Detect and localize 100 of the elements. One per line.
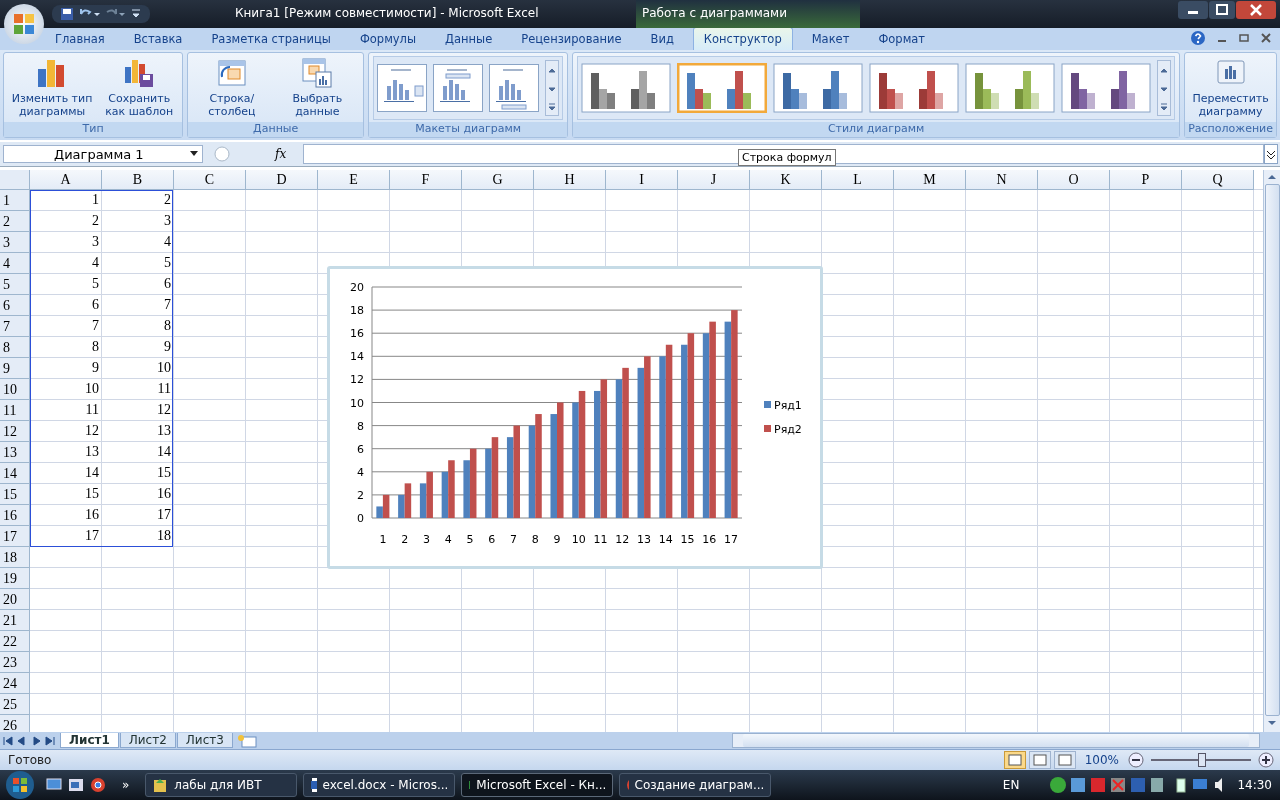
row-header[interactable]: 1 (0, 190, 30, 211)
style-thumbnail[interactable] (1061, 62, 1152, 113)
row-header[interactable]: 5 (0, 274, 30, 295)
close-icon[interactable] (1260, 32, 1272, 44)
column-header[interactable]: O (1038, 170, 1110, 190)
ribbon-tab[interactable]: Вид (640, 28, 684, 50)
ribbon-button[interactable]: Сохранить как шаблон (100, 57, 179, 118)
row-header[interactable]: 11 (0, 400, 30, 421)
row-header[interactable]: 23 (0, 652, 30, 673)
ribbon-button[interactable]: Строка/столбец (192, 57, 272, 118)
column-header[interactable]: L (822, 170, 894, 190)
row-header[interactable]: 6 (0, 295, 30, 316)
ribbon-tab[interactable]: Конструктор (692, 27, 793, 50)
sheet-tab[interactable]: Лист2 (119, 733, 176, 748)
ribbon-tab[interactable]: Макет (801, 28, 860, 50)
row-header[interactable]: 18 (0, 547, 30, 568)
vertical-scrollbar[interactable] (1263, 170, 1280, 732)
column-header[interactable]: G (462, 170, 534, 190)
minimize-icon[interactable] (1178, 1, 1208, 19)
name-box[interactable]: Диаграмма 1 (3, 145, 203, 163)
column-header[interactable]: N (966, 170, 1038, 190)
row-header[interactable]: 21 (0, 610, 30, 631)
style-thumbnail[interactable] (677, 62, 768, 113)
ribbon-tab[interactable]: Вставка (123, 28, 193, 50)
close-icon[interactable] (1236, 1, 1276, 19)
style-thumbnail[interactable] (773, 62, 864, 113)
row-header[interactable]: 15 (0, 484, 30, 505)
sheet-tab[interactable]: Лист3 (176, 733, 233, 748)
ribbon-button[interactable]: Выбрать данные (275, 57, 360, 118)
column-header[interactable]: H (534, 170, 606, 190)
ribbon-button[interactable]: Изменить тип диаграммы (8, 57, 97, 118)
language-indicator[interactable]: EN (1002, 778, 1020, 792)
row-header[interactable]: 9 (0, 358, 30, 379)
view-button[interactable] (1003, 751, 1026, 769)
zoom-level[interactable]: 100% (1078, 753, 1125, 767)
column-header[interactable]: K (750, 170, 822, 190)
ribbon-button[interactable]: Переместить диаграмму (1189, 57, 1272, 118)
zoom-out-icon[interactable] (1128, 752, 1144, 768)
column-header[interactable]: D (246, 170, 318, 190)
save-icon[interactable] (60, 7, 74, 21)
row-header[interactable]: 7 (0, 316, 30, 337)
column-header[interactable]: M (894, 170, 966, 190)
restore-icon[interactable] (1238, 32, 1250, 44)
formula-input[interactable] (303, 144, 1264, 164)
ribbon-tab[interactable]: Рецензирование (511, 28, 632, 50)
row-header[interactable]: 3 (0, 232, 30, 253)
layout-thumbnail[interactable] (377, 63, 428, 112)
ribbon-tab[interactable]: Формат (868, 28, 936, 50)
row-header[interactable]: 26 (0, 715, 30, 732)
view-button[interactable] (1028, 751, 1051, 769)
desktop-icon[interactable] (46, 778, 62, 792)
column-header[interactable]: B (102, 170, 174, 190)
row-header[interactable]: 16 (0, 505, 30, 526)
row-header[interactable]: 22 (0, 631, 30, 652)
taskbar-button[interactable]: лабы для ИВТ (145, 773, 298, 797)
gallery-scroll-icon[interactable] (1157, 59, 1172, 116)
row-header[interactable]: 4 (0, 253, 30, 274)
row-header[interactable]: 20 (0, 589, 30, 610)
column-header[interactable]: P (1110, 170, 1182, 190)
zoom-in-icon[interactable] (1258, 752, 1274, 768)
ribbon-tab[interactable]: Формулы (349, 28, 427, 50)
restore-icon[interactable] (1209, 1, 1235, 19)
insert-function-button[interactable]: fx (275, 147, 287, 161)
overflow-button[interactable]: » (122, 778, 130, 792)
office-button[interactable] (4, 4, 44, 44)
column-header[interactable]: A (30, 170, 102, 190)
ribbon-tab[interactable]: Главная (45, 28, 115, 50)
row-header[interactable]: 24 (0, 673, 30, 694)
style-thumbnail[interactable] (869, 62, 960, 113)
column-header[interactable]: F (390, 170, 462, 190)
row-header[interactable]: 13 (0, 442, 30, 463)
zoom-slider-thumb[interactable] (1198, 753, 1206, 767)
row-header[interactable]: 25 (0, 694, 30, 715)
row-header[interactable]: 12 (0, 421, 30, 442)
column-header[interactable]: C (174, 170, 246, 190)
row-header[interactable]: 2 (0, 211, 30, 232)
row-header[interactable]: 17 (0, 526, 30, 547)
column-header[interactable]: E (318, 170, 390, 190)
column-header[interactable]: I (606, 170, 678, 190)
style-thumbnail[interactable] (581, 62, 672, 113)
taskbar-button[interactable]: excel.docx - Micros... (303, 773, 456, 797)
row-header[interactable]: 10 (0, 379, 30, 400)
layout-thumbnail[interactable] (489, 63, 540, 112)
help-icon[interactable] (1190, 30, 1206, 46)
gallery-scroll-icon[interactable] (545, 59, 560, 116)
row-header[interactable]: 19 (0, 568, 30, 589)
taskbar-button[interactable]: Microsoft Excel - Кн... (461, 773, 614, 797)
ribbon-tab[interactable]: Разметка страницы (201, 28, 341, 50)
row-header[interactable]: 8 (0, 337, 30, 358)
style-thumbnail[interactable] (965, 62, 1056, 113)
sheet-tab[interactable]: Лист1 (60, 733, 119, 748)
window-switch-icon[interactable] (68, 778, 84, 792)
chart-frame[interactable]: 0 2 4 6 8 10 12 14 16 18 20 1 2 3 4 5 6 7 8 9 10 11 12 13 14 15 16 17 Ряд1 Ряд2 (327, 266, 823, 569)
column-header[interactable]: Q (1182, 170, 1254, 190)
row-header[interactable]: 14 (0, 463, 30, 484)
expand-icon[interactable] (1264, 144, 1278, 164)
view-button[interactable] (1053, 751, 1076, 769)
column-header[interactable]: J (678, 170, 750, 190)
layout-thumbnail[interactable] (433, 63, 484, 112)
taskbar-button[interactable]: Создание диаграм... (619, 773, 772, 797)
